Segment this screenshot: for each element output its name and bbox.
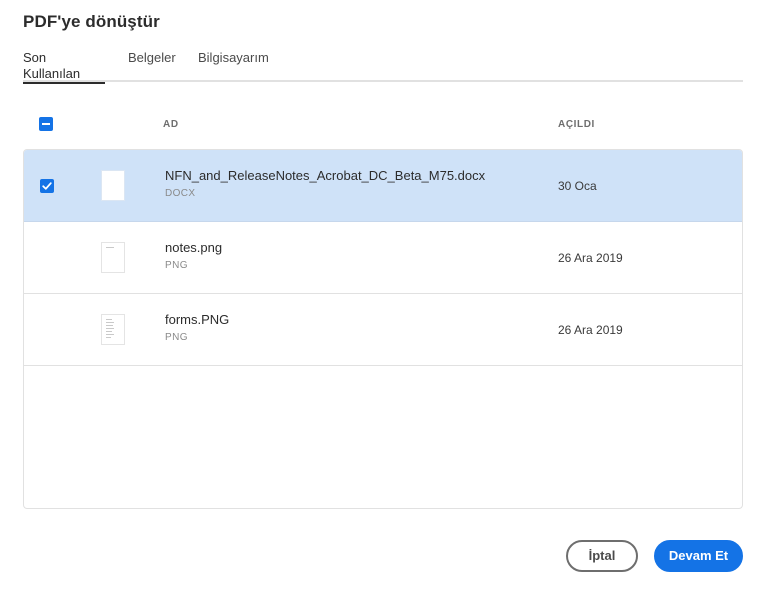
source-tabs: Son Kullanılan Belgeler Bilgisayarım <box>23 50 743 84</box>
thumbnail-text-line <box>106 334 114 335</box>
checkmark-icon <box>42 182 52 190</box>
file-row[interactable]: NFN_and_ReleaseNotes_Acrobat_DC_Beta_M75… <box>24 150 742 222</box>
file-row[interactable]: forms.PNG PNG 26 Ara 2019 <box>24 294 742 366</box>
tab-recent[interactable]: Son Kullanılan <box>23 50 105 84</box>
file-name: NFN_and_ReleaseNotes_Acrobat_DC_Beta_M75… <box>165 168 486 183</box>
file-opened-date: 26 Ara 2019 <box>558 323 623 337</box>
file-thumbnail <box>101 314 125 345</box>
select-all-checkbox[interactable] <box>39 117 53 131</box>
tab-documents[interactable]: Belgeler <box>128 50 176 82</box>
file-type: PNG <box>165 332 188 343</box>
row-checkbox[interactable] <box>40 179 54 193</box>
column-header-name[interactable]: AD <box>163 119 179 130</box>
file-list: NFN_and_ReleaseNotes_Acrobat_DC_Beta_M75… <box>23 149 743 509</box>
continue-button[interactable]: Devam Et <box>654 540 743 572</box>
file-opened-date: 30 Oca <box>558 179 597 193</box>
thumbnail-text-line <box>106 247 114 248</box>
file-type: DOCX <box>165 188 196 199</box>
indeterminate-icon <box>42 123 50 125</box>
convert-to-pdf-dialog: PDF'ye dönüştür Son Kullanılan Belgeler … <box>0 0 760 591</box>
thumbnail-text-line <box>106 325 113 326</box>
thumbnail-text-line <box>106 322 114 323</box>
column-header-opened[interactable]: AÇILDI <box>558 119 595 130</box>
file-opened-date: 26 Ara 2019 <box>558 251 623 265</box>
dialog-title: PDF'ye dönüştür <box>23 12 160 31</box>
tab-my-computer[interactable]: Bilgisayarım <box>198 50 269 82</box>
thumbnail-text-line <box>106 337 111 338</box>
cancel-button[interactable]: İptal <box>566 540 638 572</box>
file-row[interactable]: notes.png PNG 26 Ara 2019 <box>24 222 742 294</box>
file-name: forms.PNG <box>165 312 230 327</box>
file-thumbnail <box>101 170 125 201</box>
thumbnail-text-line <box>106 331 112 332</box>
thumbnail-text-line <box>106 328 114 329</box>
file-type: PNG <box>165 260 188 271</box>
thumbnail-text-line <box>106 319 112 320</box>
file-thumbnail <box>101 242 125 273</box>
file-name: notes.png <box>165 240 223 255</box>
table-header: AD AÇILDI <box>23 104 743 144</box>
